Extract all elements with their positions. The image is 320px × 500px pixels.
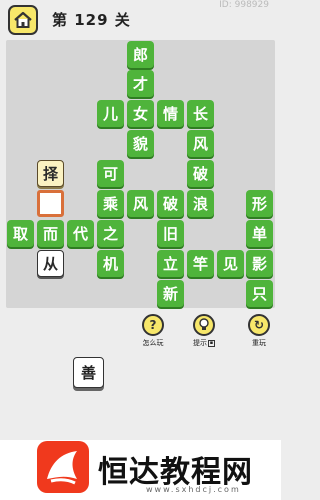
replay-icon: ↻ <box>248 314 270 336</box>
board-tile: 女 <box>127 100 154 127</box>
board-tile: 见 <box>217 250 244 277</box>
board-tile: 代 <box>67 220 94 247</box>
hint-label: 提示 ▪ <box>193 339 215 347</box>
board-tile: 单 <box>246 220 273 247</box>
board-tile: 浪 <box>187 190 214 217</box>
board-tile: 立 <box>157 250 184 277</box>
board-tile: 之 <box>97 220 124 247</box>
lightbulb-icon <box>193 314 215 336</box>
board-tile: 乘 <box>97 190 124 217</box>
board-tile: 影 <box>246 250 273 277</box>
level-title: 第 129 关 <box>52 11 131 29</box>
site-logo <box>37 441 89 493</box>
how-to-play-button[interactable]: ? 怎么玩 <box>133 314 173 348</box>
board-tile: 新 <box>157 280 184 307</box>
board-tile: 而 <box>37 220 64 247</box>
board-tile: 风 <box>187 130 214 157</box>
hint-button[interactable]: 提示 ▪ <box>184 314 224 348</box>
replay-button[interactable]: ↻ 重玩 <box>239 314 279 348</box>
board-tile-selected[interactable]: 择 <box>37 160 64 187</box>
how-to-play-label: 怎么玩 <box>142 339 164 347</box>
question-icon: ? <box>142 314 164 336</box>
board-tile: 长 <box>187 100 214 127</box>
board-tile: 才 <box>127 70 154 97</box>
board-tile: 破 <box>157 190 184 217</box>
board-tile: 竿 <box>187 250 214 277</box>
candidate-tile[interactable]: 善 <box>73 357 104 388</box>
board-tile-filled[interactable]: 从 <box>37 250 64 277</box>
ad-box-icon: ▪ <box>208 339 215 347</box>
board-tile: 机 <box>97 250 124 277</box>
board-tile: 旧 <box>157 220 184 247</box>
home-icon <box>14 11 32 28</box>
board-tile: 风 <box>127 190 154 217</box>
player-id: ID: 998929 <box>219 0 269 10</box>
site-url: www.sxhdcj.com <box>146 485 241 494</box>
board-tile: 破 <box>187 160 214 187</box>
replay-label: 重玩 <box>252 339 266 347</box>
board-tile: 貌 <box>127 130 154 157</box>
board-tile: 只 <box>246 280 273 307</box>
board-tile: 儿 <box>97 100 124 127</box>
answer-slot[interactable] <box>37 190 64 217</box>
board-tile: 可 <box>97 160 124 187</box>
board-tile: 郎 <box>127 41 154 68</box>
board-tile: 形 <box>246 190 273 217</box>
board-tile: 取 <box>7 220 34 247</box>
puzzle-board: 郎 才 儿 女 情 长 貌 风 择 可 破 乘 风 破 浪 形 取 而 代 之 … <box>6 40 275 308</box>
board-tile: 情 <box>157 100 184 127</box>
home-button[interactable] <box>8 5 38 35</box>
